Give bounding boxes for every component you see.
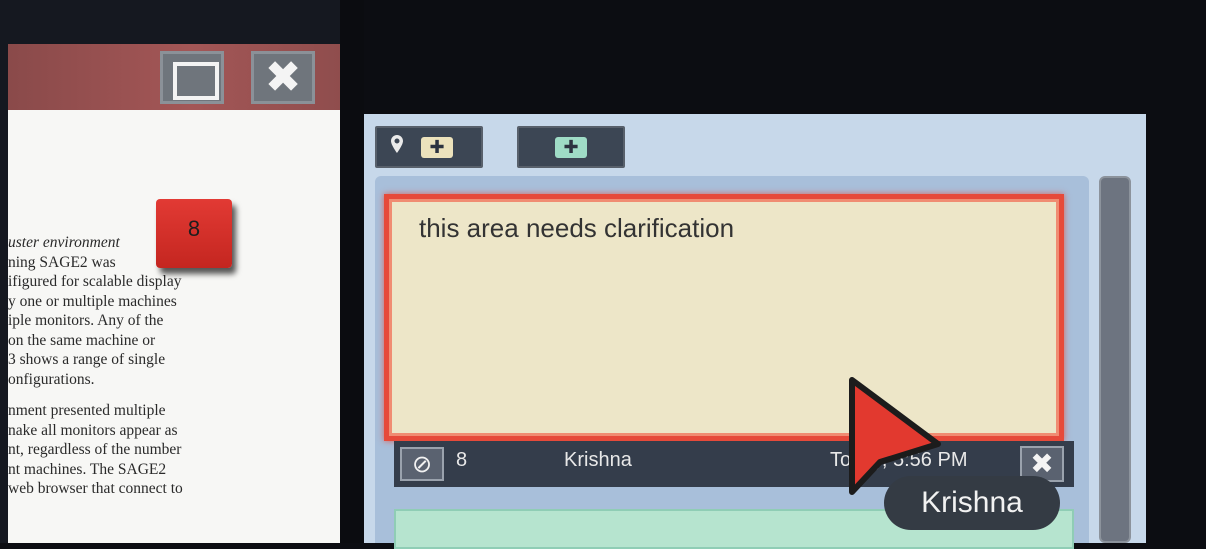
pdf-text-line: nment presented multiple [8,402,166,419]
notes-scrollbar[interactable] [1099,176,1131,543]
plus-icon: ✚ [421,137,453,158]
pdf-text-line: on the same machine or [8,331,156,349]
add-pinned-note-button[interactable]: ✚ [375,126,483,168]
annotation-badge[interactable]: 8 [156,199,232,268]
unpin-icon[interactable]: ⊘ [400,447,444,481]
note-author: Krishna [564,449,632,471]
maximize-button[interactable] [160,51,224,104]
pdf-text-line: iple monitors. Any of the [8,312,164,329]
pdf-page: uster environment ning SAGE2 was ifigured … [8,110,341,543]
pdf-text-line: nt machines. The SAGE2 [8,460,167,478]
note-text[interactable]: this area needs clarification [419,213,734,244]
pointer-user-label: Krishna [884,476,1060,530]
note-card[interactable]: this area needs clarification [384,194,1064,441]
pdf-text-line: nake all monitors appear as [8,421,178,439]
maximize-icon [173,62,219,100]
pdf-text-line: onfigurations. [8,370,95,388]
pdf-text-line: web browser that connect to [8,480,183,497]
pdf-viewer-window: ✖ uster environment ning SAGE2 was ifigure… [0,0,341,543]
map-pin-icon [391,135,403,160]
pdf-text-line: 3 shows a range of single [8,351,166,368]
note-page-number: 8 [456,449,468,471]
pdf-window-title-bar[interactable]: ✖ [8,44,341,110]
pdf-text-line: nt, regardless of the number [8,441,182,458]
plus-icon: ✚ [555,137,587,158]
pdf-text-line: y one or multiple machines [8,292,177,310]
pdf-text-line: ifigured for scalable display [8,273,182,290]
close-window-button[interactable]: ✖ [251,51,315,104]
close-icon: ✖ [264,52,302,103]
window-divider [340,0,364,543]
pdf-body-text: uster environment ning SAGE2 was ifigured … [8,233,268,499]
add-note-button[interactable]: ✚ [517,126,625,168]
